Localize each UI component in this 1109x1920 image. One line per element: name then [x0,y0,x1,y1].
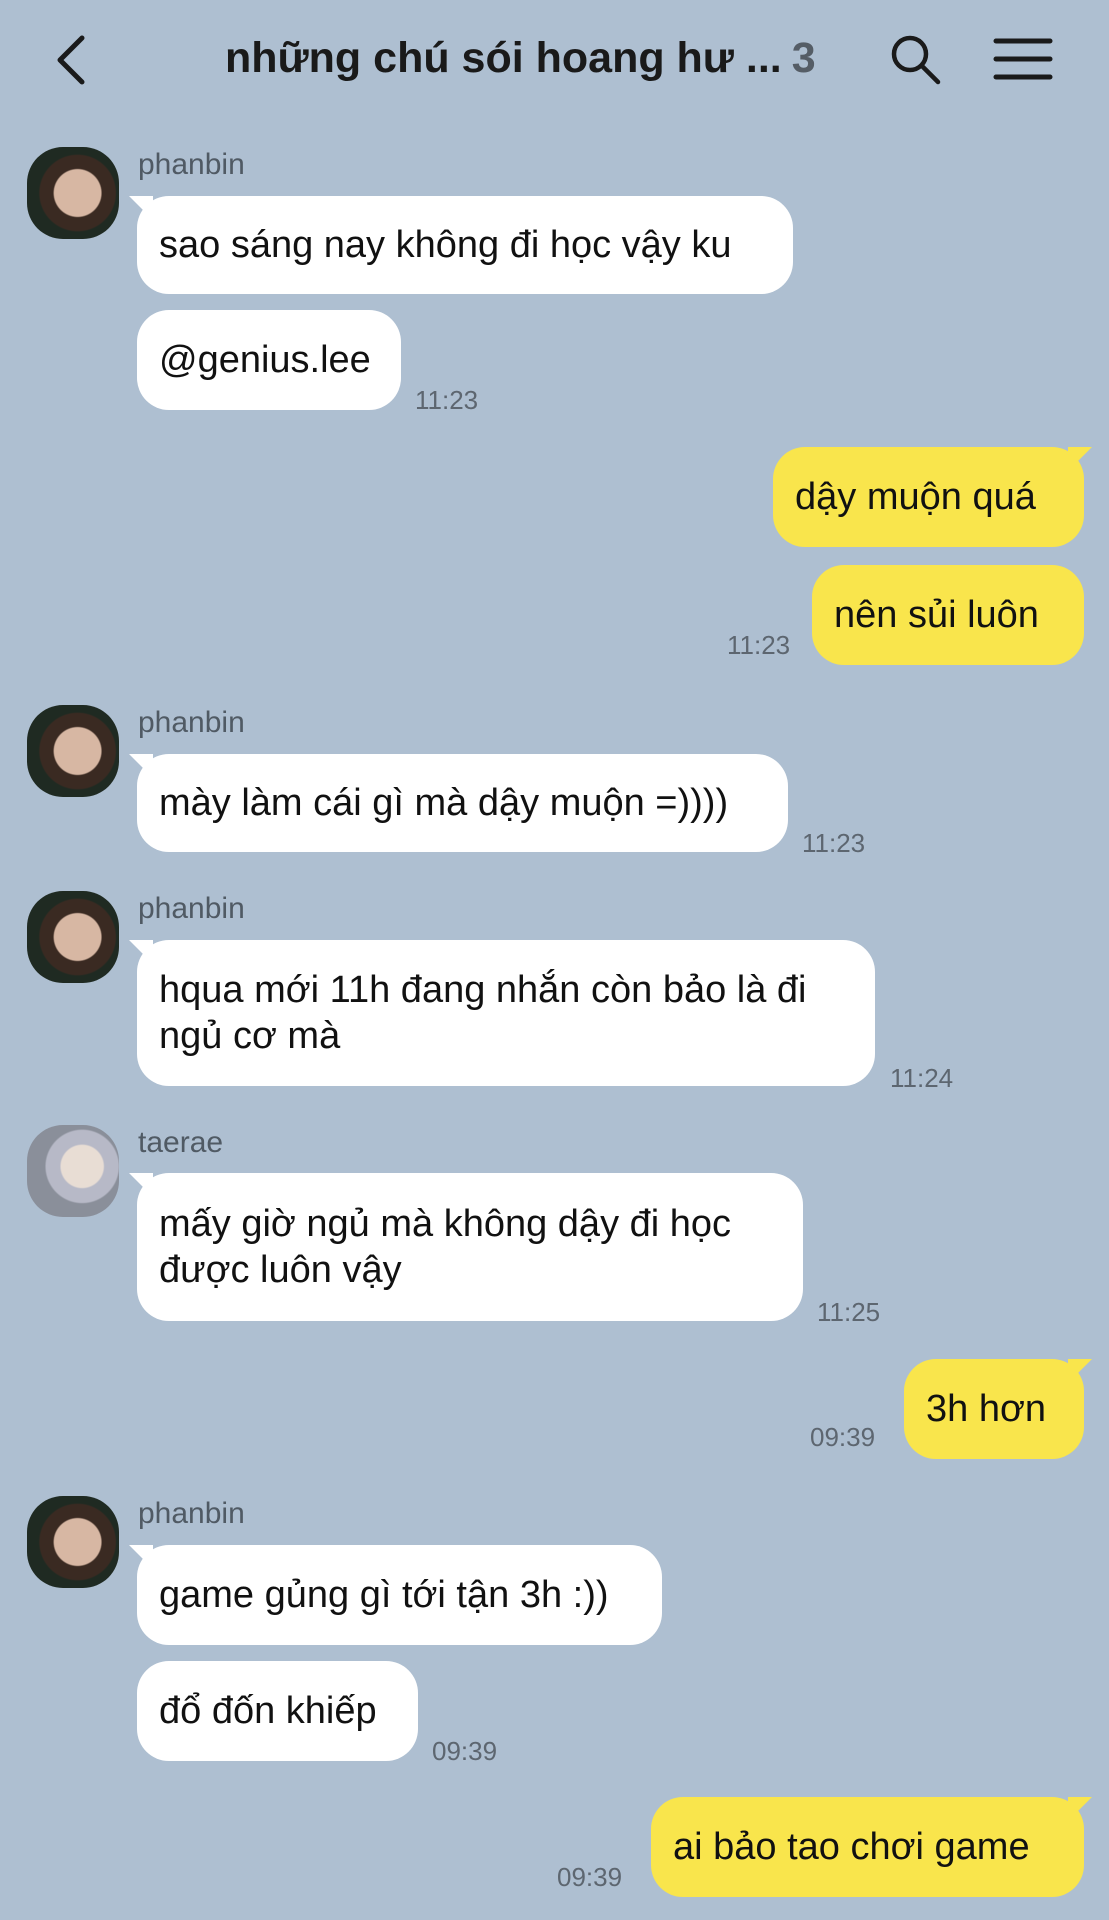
message-time: 09:39 [432,1736,498,1766]
message-text: mấy giờ ngủ mà không dậy đi học được luô… [159,1203,732,1291]
sender-name: phanbin [138,706,245,739]
message-bubble-incoming[interactable]: mấy giờ ngủ mà không dậy đi học được luô… [129,1173,803,1321]
search-icon[interactable] [888,32,942,86]
sender-name: phanbin [138,148,245,181]
back-icon[interactable] [52,32,92,88]
message-bubble-outgoing[interactable]: nên sủi luôn [812,565,1084,665]
message-bubble-incoming[interactable]: sao sáng nay không đi học vậy ku [129,196,793,294]
message-text: 3h hơn [926,1388,1047,1430]
message-bubble-incoming[interactable]: đổ đốn khiếp [137,1661,418,1761]
message-time: 09:39 [810,1422,876,1452]
message-text: mày làm cái gì mà dậy muộn =)))) [159,782,729,824]
message-text: sao sáng nay không đi học vậy ku [159,224,732,266]
message-time: 11:23 [802,828,866,858]
avatar-taerae[interactable] [27,1125,119,1217]
message-bubble-outgoing[interactable]: ai bảo tao chơi game [651,1797,1092,1897]
message-text: nên sủi luôn [834,594,1039,636]
avatar-phanbin[interactable] [27,891,119,983]
message-text: dậy muộn quá [795,476,1036,518]
message-time: 11:24 [890,1063,954,1093]
message-time: 11:23 [727,630,791,660]
member-count: 3 [791,34,816,82]
message-text: hqua mới 11h đang nhắn còn bảo là đi ngủ… [159,969,807,1057]
avatar-phanbin[interactable] [27,1496,119,1588]
message-bubble-outgoing[interactable]: 3h hơn [904,1359,1092,1459]
chat-header: những chú sói hoang hư ... 3 [0,0,1109,120]
message-text: @genius.lee [159,339,371,381]
sender-name: taerae [138,1126,224,1159]
chat-title-text: những chú sói hoang hư ... [225,34,782,82]
message-bubble-incoming[interactable]: mày làm cái gì mà dậy muộn =)))) [129,754,788,852]
message-bubble-incoming[interactable]: @genius.lee [137,310,401,410]
sender-name: phanbin [138,892,245,925]
message-text: ai bảo tao chơi game [673,1826,1030,1868]
message-time: 11:25 [817,1297,881,1327]
message-time: 11:23 [415,385,479,415]
message-bubble-outgoing[interactable]: dậy muộn quá [773,447,1092,547]
message-time: 09:39 [557,1862,623,1892]
message-bubble-incoming[interactable]: game gủng gì tới tận 3h :)) [129,1545,662,1645]
avatar-phanbin[interactable] [27,705,119,797]
sender-name: phanbin [138,1497,245,1530]
message-text: game gủng gì tới tận 3h :)) [159,1574,609,1616]
avatar-phanbin[interactable] [27,147,119,239]
message-text: đổ đốn khiếp [159,1690,377,1732]
chat-title[interactable]: những chú sói hoang hư ... 3 [225,34,845,83]
menu-icon[interactable] [993,36,1053,82]
message-bubble-incoming[interactable]: hqua mới 11h đang nhắn còn bảo là đi ngủ… [129,940,875,1086]
